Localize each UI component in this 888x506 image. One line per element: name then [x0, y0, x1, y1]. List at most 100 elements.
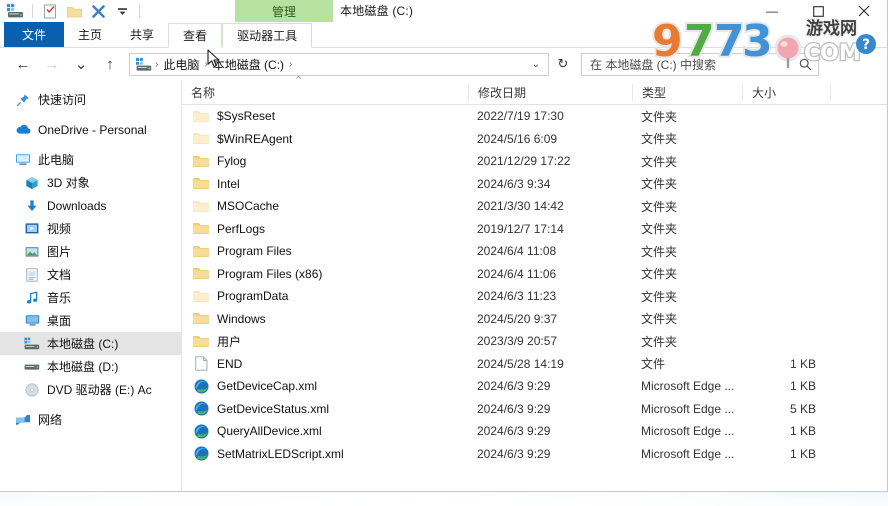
- file-type-cell: 文件夹: [641, 334, 678, 349]
- dvd-icon: [22, 382, 42, 397]
- table-row[interactable]: $WinREAgent 2024/5/16 6:09 文件夹: [182, 128, 887, 151]
- sidebar-item-music[interactable]: 音乐: [0, 286, 181, 309]
- address-dropdown-icon[interactable]: ⌄: [528, 59, 544, 70]
- file-name-cell[interactable]: Intel: [182, 177, 468, 191]
- file-name-cell[interactable]: PerfLogs: [182, 222, 468, 236]
- refresh-button[interactable]: ↻: [552, 53, 574, 76]
- file-name-cell[interactable]: QueryAllDevice.xml: [182, 424, 468, 439]
- new-folder-icon[interactable]: [65, 2, 83, 20]
- toolbar-separator: [32, 4, 33, 18]
- pictures-icon: [22, 246, 42, 258]
- column-header-name[interactable]: 名称: [182, 84, 468, 101]
- sidebar-item-network[interactable]: 网络: [0, 408, 181, 431]
- file-name-cell[interactable]: $SysReset: [182, 109, 468, 123]
- sidebar-label: 快速访问: [38, 93, 87, 107]
- sidebar-item-pictures[interactable]: 图片: [0, 240, 181, 263]
- file-name-cell[interactable]: SetMatrixLEDScript.xml: [182, 446, 468, 461]
- minimize-button[interactable]: —: [749, 0, 795, 22]
- tab-file[interactable]: 文件: [4, 22, 65, 47]
- breadcrumb-item-this-pc[interactable]: 此电脑: [160, 56, 202, 73]
- table-row[interactable]: END 2024/5/28 14:19 文件 1 KB: [182, 353, 887, 376]
- sidebar-item-3d-objects[interactable]: 3D 对象: [0, 171, 181, 194]
- back-button[interactable]: ←: [10, 52, 36, 76]
- table-row[interactable]: Fylog 2021/12/29 17:22 文件夹: [182, 150, 887, 173]
- file-name-cell[interactable]: ProgramData: [182, 289, 468, 303]
- file-name-cell[interactable]: $WinREAgent: [182, 132, 468, 146]
- table-row[interactable]: QueryAllDevice.xml 2024/6/3 9:29 Microsoft…: [182, 420, 887, 443]
- sidebar-label: 文档: [47, 268, 72, 282]
- tab-share[interactable]: 共享: [116, 22, 168, 47]
- file-name-cell[interactable]: Windows: [182, 312, 468, 326]
- maximize-button[interactable]: [795, 0, 841, 22]
- documents-icon: [22, 267, 42, 282]
- sidebar-item-local-disk-d[interactable]: 本地磁盘 (D:): [0, 355, 181, 378]
- navigation-pane[interactable]: 快速访问 OneDrive - Personal 此电脑 3D 对象 Downl…: [0, 80, 181, 491]
- customize-dropdown-icon[interactable]: [113, 2, 131, 20]
- sidebar-item-onedrive[interactable]: OneDrive - Personal: [0, 118, 181, 141]
- breadcrumb-item-local-disk-c[interactable]: 本地磁盘 (C:): [210, 56, 287, 73]
- breadcrumb-sep-2[interactable]: ›: [287, 59, 294, 70]
- file-name-label: SetMatrixLEDScript.xml: [217, 446, 344, 461]
- file-name-cell[interactable]: MSOCache: [182, 199, 468, 213]
- tab-view[interactable]: 查看: [168, 23, 223, 48]
- properties-icon[interactable]: [41, 2, 59, 20]
- column-header-type[interactable]: 类型: [632, 83, 742, 101]
- explorer-icon[interactable]: [6, 2, 24, 20]
- file-type-cell: 文件夹: [641, 289, 678, 304]
- folder-icon: [191, 335, 211, 348]
- recent-locations-button[interactable]: ⌄: [68, 52, 94, 76]
- sidebar-item-this-pc[interactable]: 此电脑: [0, 148, 181, 171]
- table-row[interactable]: PerfLogs 2019/12/7 17:14 文件夹: [182, 218, 887, 241]
- table-row[interactable]: SetMatrixLEDScript.xml 2024/6/3 9:29 Micro…: [182, 443, 887, 466]
- sidebar-item-local-disk-c[interactable]: 本地磁盘 (C:): [0, 332, 181, 355]
- sidebar-item-quick-access[interactable]: 快速访问: [0, 88, 181, 111]
- search-input[interactable]: 在 本地磁盘 (C:) 中搜索: [581, 52, 819, 76]
- table-row[interactable]: $SysReset 2022/7/19 17:30 文件夹: [182, 105, 887, 128]
- table-row[interactable]: Intel 2024/6/3 9:34 文件夹: [182, 173, 887, 196]
- file-name-label: GetDeviceCap.xml: [217, 379, 318, 394]
- breadcrumb[interactable]: › 此电脑 › 本地磁盘 (C:) › ⌄: [129, 52, 549, 76]
- file-type-cell: 文件夹: [641, 154, 678, 169]
- file-list-pane[interactable]: 名称 修改日期 类型 大小 ⌃ $SysReset 2022/7/19 17:30…: [181, 75, 887, 491]
- sidebar-item-desktop[interactable]: 桌面: [0, 309, 181, 332]
- file-rows[interactable]: $SysReset 2022/7/19 17:30 文件夹 $WinREAgent 20…: [182, 105, 887, 491]
- file-name-cell[interactable]: Program Files: [182, 244, 468, 258]
- column-header-date[interactable]: 修改日期: [468, 83, 632, 101]
- delete-icon[interactable]: [89, 2, 107, 20]
- folder-icon: [191, 200, 211, 213]
- forward-button[interactable]: →: [39, 52, 65, 76]
- file-name-cell[interactable]: GetDeviceStatus.xml: [182, 401, 468, 416]
- file-name-cell[interactable]: END: [182, 356, 468, 371]
- tab-drive-tools[interactable]: 驱动器工具: [222, 23, 313, 48]
- file-name-cell[interactable]: 用户: [182, 333, 468, 350]
- up-button[interactable]: ↑: [97, 52, 123, 76]
- sidebar-item-dvd-drive-e[interactable]: DVD 驱动器 (E:) Ac: [0, 378, 181, 401]
- file-name-cell[interactable]: GetDeviceCap.xml: [182, 379, 468, 394]
- close-button[interactable]: [841, 0, 887, 22]
- sidebar-item-downloads[interactable]: Downloads: [0, 194, 181, 217]
- table-row[interactable]: ProgramData 2024/6/3 11:23 文件夹: [182, 285, 887, 308]
- desktop-background: 管理 本地磁盘 (C:) — 文件 主页 共享 查看 驱动器工具 ← → ⌄ ↑…: [0, 0, 888, 506]
- file-date-cell: 2024/6/3 11:23: [477, 289, 557, 304]
- file-name-cell[interactable]: Fylog: [182, 154, 468, 168]
- column-header-size[interactable]: 大小: [742, 83, 830, 101]
- file-name-cell[interactable]: Program Files (x86): [182, 267, 468, 281]
- edge-icon: [191, 446, 211, 461]
- title-bar: 管理 本地磁盘 (C:) —: [0, 0, 887, 22]
- sidebar-item-documents[interactable]: 文档: [0, 263, 181, 286]
- tab-home[interactable]: 主页: [64, 22, 116, 47]
- table-row[interactable]: GetDeviceStatus.xml 2024/6/3 9:29 Microsof…: [182, 398, 887, 421]
- table-row[interactable]: Windows 2024/5/20 9:37 文件夹: [182, 308, 887, 331]
- sidebar-item-videos[interactable]: 视频: [0, 217, 181, 240]
- search-icon[interactable]: [799, 58, 812, 71]
- desktop-icon: [22, 314, 42, 327]
- file-name-label: Intel: [217, 176, 240, 191]
- table-row[interactable]: Program Files 2024/6/4 11:08 文件夹: [182, 240, 887, 263]
- table-row[interactable]: Program Files (x86) 2024/6/4 11:06 文件夹: [182, 263, 887, 286]
- ribbon-tab-strip: 文件 主页 共享 查看 驱动器工具: [0, 22, 887, 68]
- table-row[interactable]: GetDeviceCap.xml 2024/6/3 9:29 Microsoft E…: [182, 375, 887, 398]
- pin-icon: [13, 93, 33, 107]
- file-size-cell: 1 KB: [789, 356, 816, 371]
- table-row[interactable]: MSOCache 2021/3/30 14:42 文件夹: [182, 195, 887, 218]
- table-row[interactable]: 用户 2023/3/9 20:57 文件夹: [182, 330, 887, 353]
